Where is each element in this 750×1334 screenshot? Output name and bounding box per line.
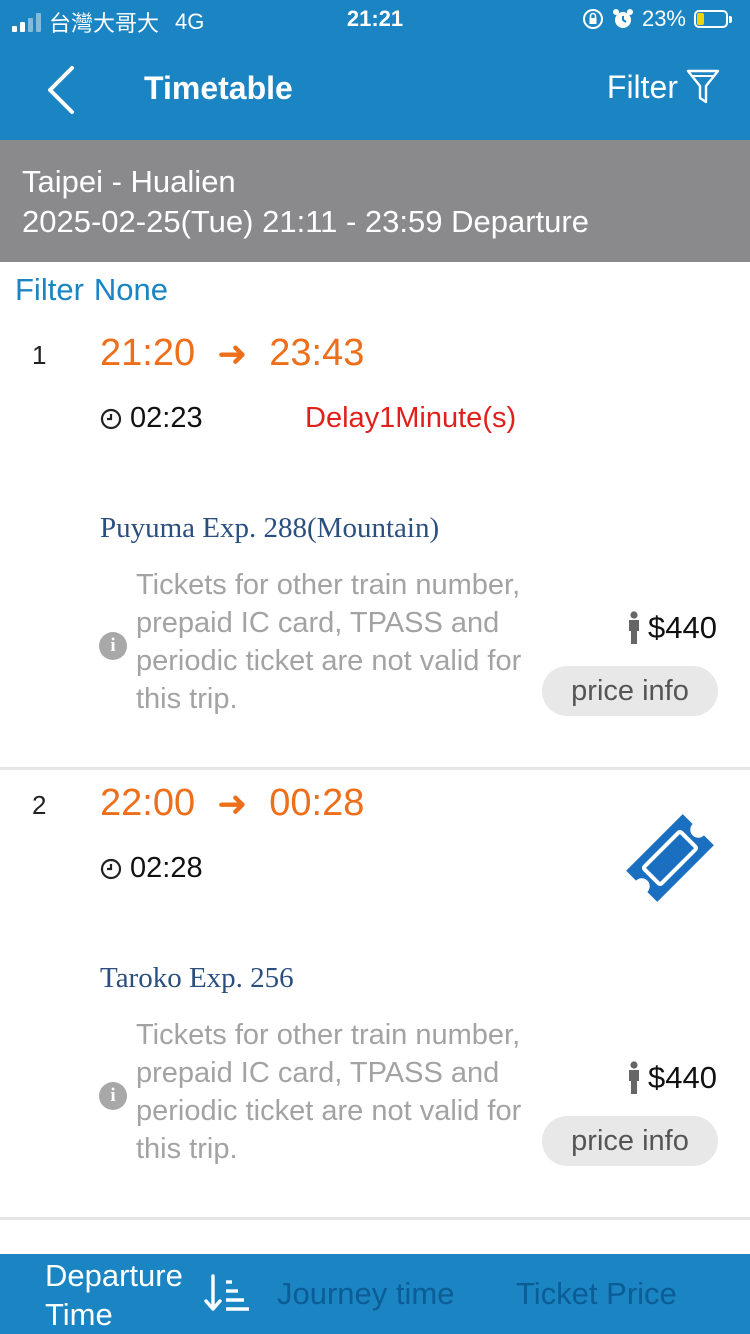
train-name: Taroko Exp. 256: [100, 962, 294, 994]
app-header: 台灣大哥大 4G 21:21 23% Timetable Filter: [0, 0, 750, 140]
route-banner: Taipei - Hualien 2025-02-25(Tue) 21:11 -…: [0, 140, 750, 262]
arrow-right-icon: ➜: [217, 782, 248, 824]
info-icon: i: [99, 632, 127, 660]
train-times: 21:20 ➜ 23:43: [100, 332, 364, 375]
sort-journey-time[interactable]: Journey time: [277, 1276, 454, 1312]
arrow-right-icon: ➜: [217, 332, 248, 374]
depart-time: 22:00: [100, 782, 196, 824]
fare-value: $440: [648, 610, 717, 645]
chevron-left-icon[interactable]: [40, 62, 84, 118]
filter-status-label: Filter: [15, 272, 84, 307]
person-icon: [629, 611, 640, 644]
person-icon: [629, 1061, 640, 1094]
card-divider: [0, 1217, 750, 1220]
fare: $440: [626, 610, 717, 646]
fare: $440: [626, 1060, 717, 1096]
sort-bar: Departure Time Journey time Ticket Price: [0, 1254, 750, 1334]
route-datetime: 2025-02-25(Tue) 21:11 - 23:59 Departure: [22, 204, 589, 239]
train-duration: 02:28: [100, 852, 203, 885]
battery-icon: [694, 10, 732, 28]
train-name: Puyuma Exp. 288(Mountain): [100, 512, 440, 544]
train-card[interactable]: 1 21:20 ➜ 23:43 02:23 Delay1Minute(s) Pu…: [0, 320, 750, 770]
status-right: 23%: [582, 6, 732, 32]
train-duration: 02:23: [100, 402, 203, 435]
sort-descending-icon[interactable]: [204, 1274, 250, 1314]
filter-status: Filter None: [15, 272, 168, 308]
delay-status: Delay1Minute(s): [305, 402, 517, 434]
status-bar: 台灣大哥大 4G 21:21 23%: [0, 0, 750, 42]
ticket-notice: Tickets for other train number, prepaid …: [136, 569, 522, 715]
route-stations: Taipei - Hualien: [22, 164, 236, 199]
train-times: 22:00 ➜ 00:28: [100, 782, 364, 825]
battery-percent: 23%: [641, 6, 686, 31]
arrive-time: 00:28: [269, 782, 365, 824]
funnel-icon: [686, 69, 720, 104]
price-info-button[interactable]: price info: [542, 1116, 718, 1166]
fare-value: $440: [648, 1060, 717, 1095]
filter-button-label: Filter: [606, 68, 678, 105]
train-index: 1: [32, 340, 47, 370]
clock-icon: [100, 408, 122, 429]
train-card[interactable]: 2 22:00 ➜ 00:28 02:28 Taroko Exp. 256 i …: [0, 770, 750, 1220]
ticket-icon[interactable]: [622, 810, 718, 906]
clock-icon: [100, 858, 122, 879]
train-index: 2: [32, 790, 47, 820]
info-icon: i: [99, 1082, 127, 1110]
orientation-lock-icon: [582, 9, 603, 29]
arrive-time: 23:43: [269, 332, 365, 374]
sort-ticket-price[interactable]: Ticket Price: [516, 1276, 677, 1312]
filter-status-value: None: [93, 272, 168, 307]
alarm-icon: [612, 9, 633, 28]
ticket-notice: Tickets for other train number, prepaid …: [136, 1019, 522, 1165]
filter-button[interactable]: Filter: [607, 68, 720, 106]
page-title: Timetable: [144, 70, 293, 106]
sort-departure-time[interactable]: Departure Time: [45, 1256, 205, 1334]
duration-value: 02:23: [130, 402, 203, 434]
depart-time: 21:20: [100, 332, 196, 374]
duration-value: 02:28: [130, 852, 203, 884]
price-info-button[interactable]: price info: [542, 666, 718, 716]
